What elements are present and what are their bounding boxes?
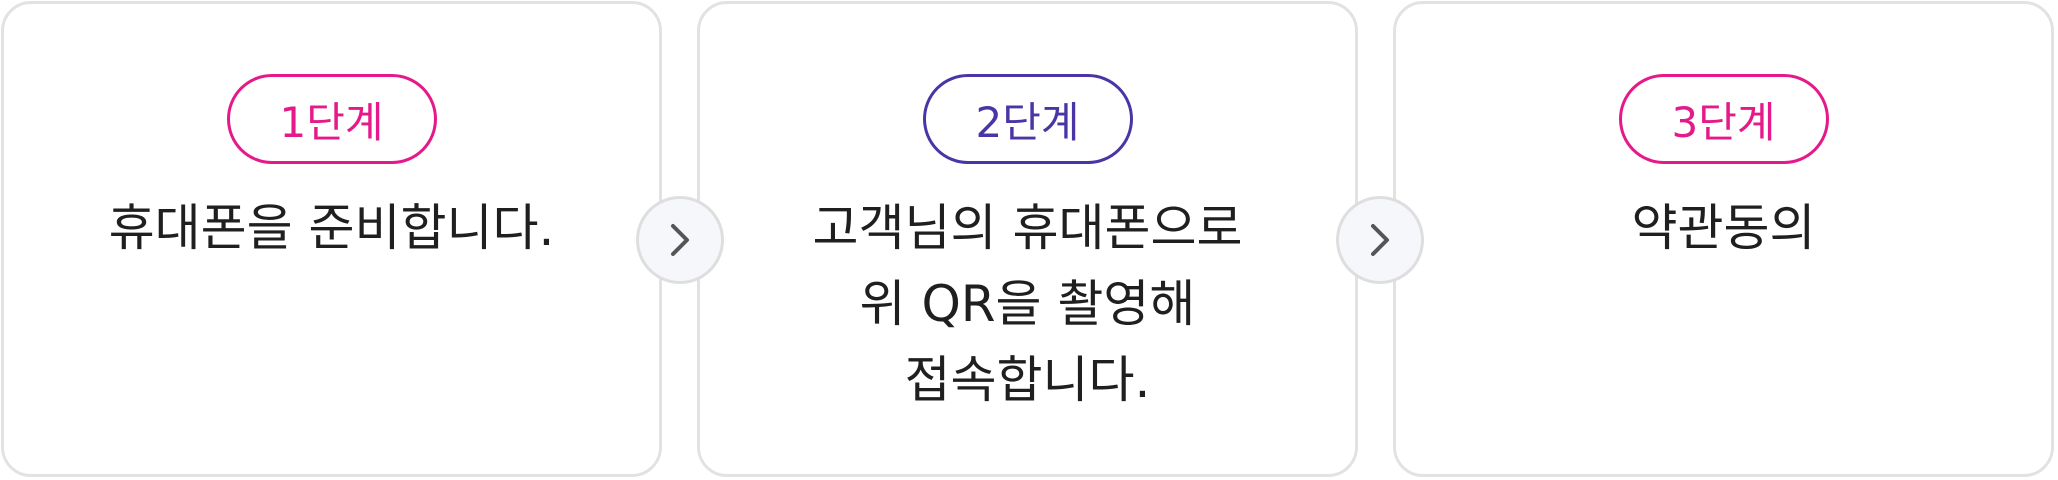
step-badge-1: 1단계 [226, 74, 437, 164]
step-badge-2: 2단계 [922, 74, 1133, 164]
step-card-3: 3단계 약관동의 [1393, 1, 2054, 477]
step-badge-3: 3단계 [1618, 74, 1829, 164]
chevron-right-icon-glyph [671, 224, 689, 256]
step-description-3: 약관동의 [1631, 199, 1816, 257]
chevron-right-icon [636, 196, 724, 284]
chevron-right-icon [1336, 196, 1424, 284]
step-description-1: 휴대폰을 준비합니다. [108, 199, 555, 257]
step-card-1: 1단계 휴대폰을 준비합니다. [1, 1, 662, 477]
chevron-right-icon-glyph [1371, 224, 1389, 256]
step-card-2: 2단계 고객님의 휴대폰으로 위 QR을 촬영해 접속합니다. [697, 1, 1358, 477]
step-guide: 1단계 휴대폰을 준비합니다. 2단계 고객님의 휴대폰으로 위 QR을 촬영해… [0, 0, 2058, 480]
step-description-2: 고객님의 휴대폰으로 위 QR을 촬영해 접속합니다. [812, 199, 1243, 409]
